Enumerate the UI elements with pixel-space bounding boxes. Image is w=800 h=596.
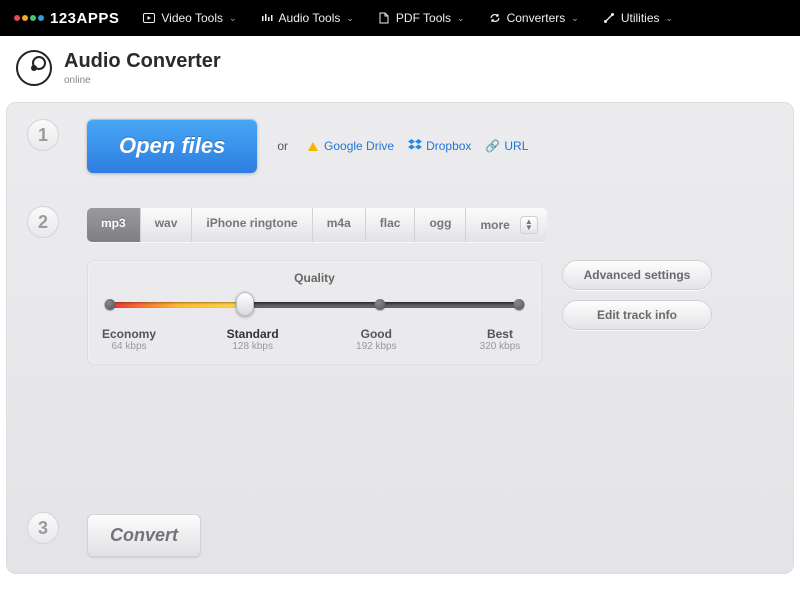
format-tab-m4a[interactable]: m4a [313,208,366,242]
nav-audio-tools[interactable]: Audio Tools ⌄ [261,11,354,25]
nav-label: PDF Tools [396,11,451,25]
chevron-down-icon: ⌄ [346,13,354,24]
nav-label: Video Tools [161,11,223,25]
nav-label: Utilities [621,11,660,25]
equalizer-icon [261,12,273,24]
brand-logo[interactable]: 123APPS [14,10,119,27]
quality-title: Quality [104,271,525,285]
nav-pdf-tools[interactable]: PDF Tools ⌄ [378,11,465,25]
format-tab-mp3[interactable]: mp3 [87,208,141,242]
convert-button[interactable]: Convert [87,514,201,557]
step-badge-2: 2 [27,206,59,238]
slider-tick [105,299,116,310]
quality-panel: Quality Economy 64 kbps [87,260,542,365]
play-icon [143,12,155,24]
updown-caret-icon: ▲▼ [520,216,538,234]
chevron-down-icon: ⌄ [571,13,579,24]
quality-slider[interactable] [110,295,519,315]
link-icon: 🔗 [485,139,500,153]
tools-icon [603,12,615,24]
document-icon [378,12,390,24]
format-tabs: mp3 wav iPhone ringtone m4a flac ogg mor… [87,208,547,242]
level-bitrate: 64 kbps [94,341,164,352]
brand-dots-icon [14,15,44,21]
edit-track-info-button[interactable]: Edit track info [562,300,712,330]
google-drive-icon [308,142,318,151]
tab-label: more [480,218,509,232]
quality-level-good[interactable]: Good 192 kbps [341,327,411,352]
page-header: Audio Converter online [0,36,800,94]
top-nav: 123APPS Video Tools ⌄ Audio Tools ⌄ PDF … [0,0,800,36]
format-tab-ogg[interactable]: ogg [415,208,466,242]
quality-labels: Economy 64 kbps Standard 128 kbps Good 1… [94,327,535,352]
dropbox-link[interactable]: Dropbox [408,139,471,154]
level-bitrate: 128 kbps [218,341,288,352]
level-name: Economy [94,327,164,341]
link-label: Google Drive [324,139,394,153]
level-name: Standard [218,327,288,341]
slider-thumb[interactable] [236,292,254,316]
nav-converters[interactable]: Converters ⌄ [489,11,579,25]
nav-utilities[interactable]: Utilities ⌄ [603,11,673,25]
disc-icon [16,50,52,86]
step-badge-3: 3 [27,512,59,544]
chevron-down-icon: ⌄ [457,13,465,24]
chevron-down-icon: ⌄ [666,13,674,24]
url-link[interactable]: 🔗 URL [485,139,528,153]
format-tab-wav[interactable]: wav [141,208,193,242]
page-title: Audio Converter [64,50,221,73]
level-name: Best [465,327,535,341]
level-bitrate: 192 kbps [341,341,411,352]
step-badge-1: 1 [27,119,59,151]
quality-level-economy[interactable]: Economy 64 kbps [94,327,164,352]
chevron-down-icon: ⌄ [229,13,237,24]
brand-text: 123APPS [50,10,119,27]
slider-tick [514,299,525,310]
format-tab-flac[interactable]: flac [366,208,416,242]
slider-fill [110,302,245,308]
advanced-settings-button[interactable]: Advanced settings [562,260,712,290]
level-bitrate: 320 kbps [465,341,535,352]
nav-video-tools[interactable]: Video Tools ⌄ [143,11,236,25]
refresh-icon [489,12,501,24]
format-tab-more[interactable]: more ▲▼ [466,208,547,242]
link-label: Dropbox [426,139,471,153]
open-files-button[interactable]: Open files [87,119,257,173]
main-panel: 1 Open files or Google Drive Dropbox 🔗 U… [6,102,794,574]
level-name: Good [341,327,411,341]
slider-tick [374,299,385,310]
nav-label: Converters [507,11,566,25]
link-label: URL [504,139,528,153]
source-links: Google Drive Dropbox 🔗 URL [308,139,528,154]
page-subtitle: online [64,75,221,86]
or-text: or [277,139,288,153]
nav-label: Audio Tools [279,11,341,25]
format-tab-iphone[interactable]: iPhone ringtone [192,208,312,242]
quality-level-standard[interactable]: Standard 128 kbps [218,327,288,352]
google-drive-link[interactable]: Google Drive [308,139,394,153]
dropbox-icon [408,139,422,154]
quality-level-best[interactable]: Best 320 kbps [465,327,535,352]
